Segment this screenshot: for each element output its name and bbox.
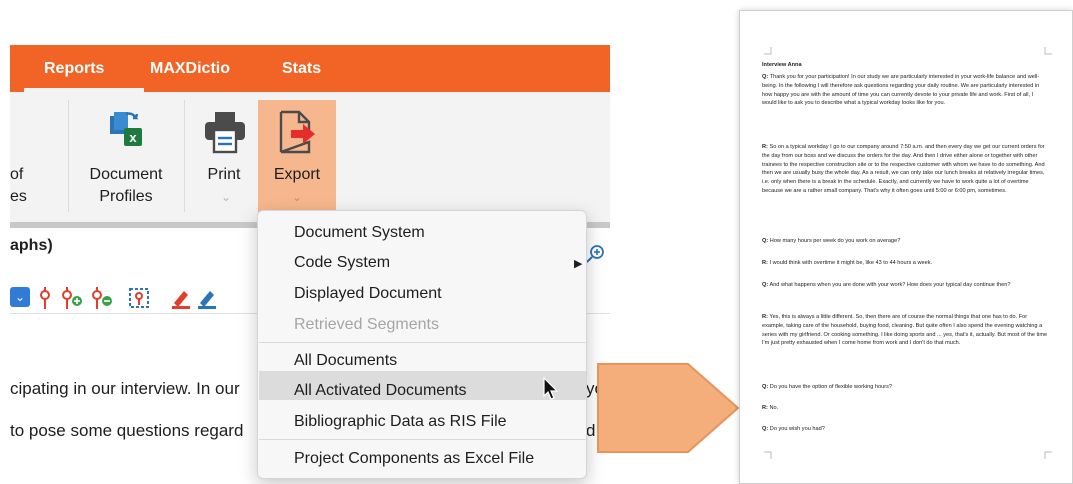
partial-label-line2: es xyxy=(10,188,27,205)
paragraph-text: No. xyxy=(769,405,779,411)
crop-mark-bottom-left-icon xyxy=(764,451,772,459)
page-paragraph: R: No. xyxy=(762,404,1048,413)
paragraph-text: I would think with overtime it might be,… xyxy=(769,260,933,266)
speaker-label: Q: xyxy=(762,282,769,288)
code-add-alt-icon[interactable] xyxy=(90,287,114,309)
paragraph-text: Thank you for your participation! In our… xyxy=(762,74,1040,107)
document-profiles-line2: Profiles xyxy=(99,188,153,205)
speaker-label: R: xyxy=(762,405,768,411)
partial-ribbon-button[interactable]: of es xyxy=(10,164,27,208)
paragraph-text: How many hours per week do you work on a… xyxy=(769,238,901,244)
menu-item-all-documents[interactable]: All Documents xyxy=(294,352,397,370)
panel-heading: aphs) xyxy=(10,237,53,254)
ribbon-tab-bar: Reports MAXDictio Stats xyxy=(10,45,610,92)
speaker-label: R: xyxy=(762,314,768,320)
page-paragraph: Q: And what happens when you are done wi… xyxy=(762,281,1048,290)
paragraph-text: So on a typical workday I go to our comp… xyxy=(762,144,1045,194)
speaker-label: R: xyxy=(762,144,768,150)
tab-maxdictio[interactable]: MAXDictio xyxy=(150,60,230,78)
segment-select-icon[interactable] xyxy=(128,287,150,309)
maxqda-window: Reports MAXDictio Stats of es x Document… xyxy=(10,45,610,484)
menu-item-document-system[interactable]: Document System xyxy=(294,224,425,242)
export-arrow-graphic xyxy=(597,363,740,453)
export-dropdown-menu: Document System Code System ▶ Displayed … xyxy=(257,210,587,479)
ribbon-toolbar: of es x Document Profiles Print ⌄ Export… xyxy=(10,92,610,222)
document-profiles-icon: x xyxy=(110,112,142,146)
page-paragraph: R: So on a typical workday I go to our c… xyxy=(762,143,1048,196)
menu-item-displayed-document[interactable]: Displayed Document xyxy=(294,285,442,303)
ribbon-separator xyxy=(68,100,69,212)
print-label: Print xyxy=(207,166,241,183)
print-button[interactable]: Print ⌄ xyxy=(196,100,252,215)
page-title: Interview Anna xyxy=(762,62,802,68)
crop-mark-bottom-right-icon xyxy=(1044,451,1052,459)
paragraph-text: And what happens when you are done with … xyxy=(769,282,1011,288)
tab-stats[interactable]: Stats xyxy=(282,60,321,78)
document-profiles-button[interactable]: x Document Profiles xyxy=(82,100,170,215)
document-profiles-label: Document Profiles xyxy=(82,164,170,208)
page-paragraph: Q: Do you wish you had? xyxy=(762,425,1048,434)
menu-separator xyxy=(259,439,586,440)
speaker-label: Q: xyxy=(762,384,769,390)
menu-item-bibliographic-ris[interactable]: Bibliographic Data as RIS File xyxy=(294,413,507,431)
paragraph-text: Yes, this is always a little different. … xyxy=(762,314,1048,347)
dropdown-toggle-icon[interactable]: ⌄ xyxy=(10,287,30,307)
zoom-in-icon[interactable] xyxy=(584,243,606,265)
crop-mark-top-left-icon xyxy=(764,47,772,55)
page-paragraph: R: Yes, this is always a little differen… xyxy=(762,313,1048,348)
print-chevron-icon: ⌄ xyxy=(221,190,232,204)
export-button[interactable]: Export ⌄ xyxy=(258,100,336,220)
menu-item-code-system[interactable]: Code System xyxy=(294,254,390,272)
code-pin-icon[interactable] xyxy=(38,287,52,309)
svg-text:x: x xyxy=(129,130,137,145)
menu-item-all-activated-documents[interactable]: All Activated Documents xyxy=(294,382,467,400)
submenu-arrow-icon: ▶ xyxy=(574,258,583,270)
page-paragraph: Q: How many hours per week do you work o… xyxy=(762,237,1048,246)
speaker-label: Q: xyxy=(762,426,769,432)
menu-separator xyxy=(259,342,586,343)
mouse-cursor-icon xyxy=(543,377,559,400)
page-paragraph: R: I would think with overtime it might … xyxy=(762,259,1048,268)
paragraph-text: Do you have the option of flexible worki… xyxy=(769,384,892,390)
speaker-label: Q: xyxy=(762,238,769,244)
code-add-icon[interactable] xyxy=(60,287,84,309)
menu-item-project-components-excel[interactable]: Project Components as Excel File xyxy=(294,450,534,468)
document-profiles-line1: Document xyxy=(89,166,163,183)
ribbon-separator xyxy=(184,100,185,212)
crop-mark-top-right-icon xyxy=(1044,47,1052,55)
tab-reports[interactable]: Reports xyxy=(44,60,104,78)
export-icon xyxy=(279,110,315,154)
speaker-label: Q: xyxy=(762,74,769,80)
document-text-line-1: cipating in our interview. In our xyxy=(10,379,240,398)
export-chevron-icon: ⌄ xyxy=(292,190,303,204)
printer-icon xyxy=(205,112,245,154)
partial-label-line1: of xyxy=(10,166,24,183)
document-text-line-2: to pose some questions regard xyxy=(10,421,244,440)
speaker-label: R: xyxy=(762,260,768,266)
paragraph-text: Do you wish you had? xyxy=(769,426,825,432)
highlighter-red-icon[interactable] xyxy=(170,287,192,309)
highlighter-blue-icon[interactable] xyxy=(196,287,218,309)
exported-document-page: Interview Anna Q: Thank you for your par… xyxy=(739,10,1073,484)
export-label: Export xyxy=(273,166,321,183)
page-paragraph: Q: Do you have the option of flexible wo… xyxy=(762,383,1048,392)
page-paragraph: Q: Thank you for your participation! In … xyxy=(762,73,1048,108)
menu-item-retrieved-segments: Retrieved Segments xyxy=(294,316,439,333)
